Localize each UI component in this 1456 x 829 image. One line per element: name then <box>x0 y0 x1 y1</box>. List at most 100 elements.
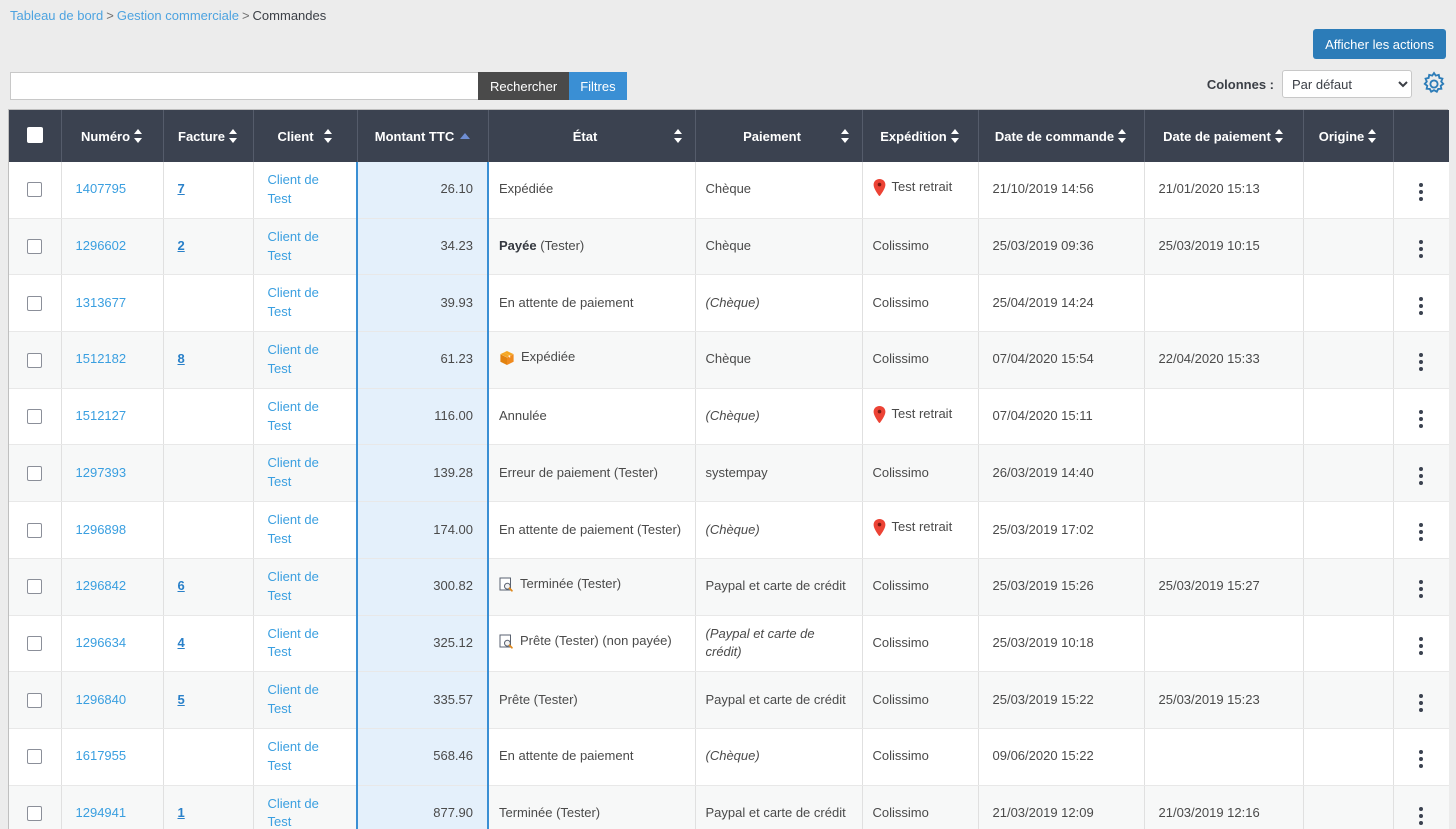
customer-cell[interactable]: Client de Test <box>253 501 358 559</box>
th-facture[interactable]: Facture <box>163 110 254 162</box>
row-actions-menu-icon[interactable] <box>1411 803 1431 829</box>
invoice-number-link[interactable]: 4 <box>178 635 185 650</box>
row-checkbox-cell[interactable] <box>9 615 62 673</box>
order-number-cell[interactable]: 1617955 <box>61 728 164 786</box>
invoice-number-cell[interactable] <box>163 274 254 333</box>
search-input[interactable] <box>10 72 478 100</box>
customer-cell[interactable]: Client de Test <box>253 728 358 786</box>
customer-link[interactable]: Client de Test <box>268 512 319 546</box>
row-checkbox-cell[interactable] <box>9 388 62 446</box>
row-checkbox[interactable] <box>27 749 43 765</box>
row-actions-cell[interactable] <box>1393 388 1449 446</box>
select-all-checkbox[interactable] <box>26 126 43 143</box>
row-actions-menu-icon[interactable] <box>1411 463 1431 489</box>
row-checkbox-cell[interactable] <box>9 728 62 786</box>
invoice-number-link[interactable]: 2 <box>178 238 185 253</box>
customer-cell[interactable]: Client de Test <box>253 388 358 446</box>
row-checkbox[interactable] <box>27 352 43 368</box>
customer-link[interactable]: Client de Test <box>268 569 319 603</box>
columns-select[interactable]: Par défaut <box>1282 70 1412 98</box>
row-actions-menu-icon[interactable] <box>1411 179 1431 205</box>
invoice-number-link[interactable]: 5 <box>178 692 185 707</box>
order-number-cell[interactable]: 1296602 <box>61 218 164 276</box>
row-checkbox-cell[interactable] <box>9 785 62 829</box>
th-expedition[interactable]: Expédition <box>862 110 979 162</box>
customer-link[interactable]: Client de Test <box>268 455 319 489</box>
th-etat[interactable]: État <box>488 110 696 162</box>
row-checkbox[interactable] <box>27 806 43 822</box>
order-number-link[interactable]: 1512182 <box>76 351 127 366</box>
row-actions-cell[interactable] <box>1393 331 1449 389</box>
th-paiement[interactable]: Paiement <box>695 110 863 162</box>
invoice-number-cell[interactable]: 1 <box>163 785 254 829</box>
customer-link[interactable]: Client de Test <box>268 342 319 376</box>
row-checkbox[interactable] <box>27 635 43 651</box>
customer-link[interactable]: Client de Test <box>268 229 319 263</box>
order-number-cell[interactable]: 1296840 <box>61 671 164 729</box>
row-checkbox-cell[interactable] <box>9 274 62 333</box>
order-number-link[interactable]: 1296842 <box>76 578 127 593</box>
invoice-number-cell[interactable] <box>163 501 254 559</box>
customer-cell[interactable]: Client de Test <box>253 785 358 829</box>
invoice-number-link[interactable]: 7 <box>178 181 185 196</box>
invoice-number-link[interactable]: 1 <box>178 805 185 820</box>
customer-cell[interactable]: Client de Test <box>253 218 358 276</box>
order-number-link[interactable]: 1296602 <box>76 238 127 253</box>
th-origine[interactable]: Origine <box>1303 110 1394 162</box>
order-number-cell[interactable]: 1512127 <box>61 388 164 446</box>
row-checkbox-cell[interactable] <box>9 501 62 559</box>
row-actions-cell[interactable] <box>1393 501 1449 559</box>
row-checkbox[interactable] <box>27 409 43 425</box>
row-checkbox-cell[interactable] <box>9 444 62 503</box>
invoice-number-cell[interactable]: 6 <box>163 558 254 616</box>
customer-link[interactable]: Client de Test <box>268 682 319 716</box>
row-checkbox-cell[interactable] <box>9 558 62 616</box>
row-checkbox[interactable] <box>27 465 43 481</box>
order-number-link[interactable]: 1296898 <box>76 522 127 537</box>
row-actions-cell[interactable] <box>1393 162 1449 219</box>
row-checkbox[interactable] <box>27 182 43 198</box>
sort-both-icon[interactable] <box>1118 129 1127 143</box>
customer-link[interactable]: Client de Test <box>268 285 319 319</box>
sort-both-icon[interactable] <box>228 129 238 143</box>
order-number-link[interactable]: 1407795 <box>76 181 127 196</box>
row-actions-menu-icon[interactable] <box>1411 690 1431 716</box>
customer-cell[interactable]: Client de Test <box>253 444 358 503</box>
order-number-cell[interactable]: 1296842 <box>61 558 164 616</box>
row-actions-menu-icon[interactable] <box>1411 576 1431 602</box>
row-actions-menu-icon[interactable] <box>1411 236 1431 262</box>
row-actions-cell[interactable] <box>1393 615 1449 673</box>
invoice-number-cell[interactable]: 8 <box>163 331 254 389</box>
row-checkbox[interactable] <box>27 522 43 538</box>
row-checkbox[interactable] <box>27 692 43 708</box>
order-number-cell[interactable]: 1294941 <box>61 785 164 829</box>
row-actions-menu-icon[interactable] <box>1411 746 1431 772</box>
row-actions-cell[interactable] <box>1393 444 1449 503</box>
th-montant-ttc[interactable]: Montant TTC <box>357 110 489 162</box>
row-actions-cell[interactable] <box>1393 218 1449 276</box>
customer-link[interactable]: Client de Test <box>268 172 319 206</box>
row-actions-menu-icon[interactable] <box>1411 293 1431 319</box>
sort-both-icon[interactable] <box>950 129 960 143</box>
sort-both-icon[interactable] <box>840 129 850 143</box>
row-checkbox[interactable] <box>27 239 43 255</box>
customer-cell[interactable]: Client de Test <box>253 671 358 729</box>
row-actions-menu-icon[interactable] <box>1411 349 1431 375</box>
filters-button[interactable]: Filtres <box>569 72 627 100</box>
order-number-link[interactable]: 1297393 <box>76 465 127 480</box>
order-number-link[interactable]: 1617955 <box>76 748 127 763</box>
order-number-cell[interactable]: 1512182 <box>61 331 164 389</box>
settings-gear-button[interactable] <box>1420 70 1448 98</box>
invoice-number-cell[interactable]: 7 <box>163 162 254 219</box>
order-number-link[interactable]: 1313677 <box>76 295 127 310</box>
order-number-cell[interactable]: 1296634 <box>61 615 164 673</box>
show-actions-button[interactable]: Afficher les actions <box>1313 29 1446 59</box>
row-actions-cell[interactable] <box>1393 728 1449 786</box>
customer-cell[interactable]: Client de Test <box>253 274 358 333</box>
order-number-cell[interactable]: 1297393 <box>61 444 164 503</box>
breadcrumb-item-gestion-commerciale[interactable]: Gestion commerciale <box>117 8 239 23</box>
th-date-paiement[interactable]: Date de paiement <box>1144 110 1304 162</box>
th-client[interactable]: Client <box>253 110 358 162</box>
sort-both-icon[interactable] <box>1368 129 1377 143</box>
invoice-number-cell[interactable]: 2 <box>163 218 254 276</box>
